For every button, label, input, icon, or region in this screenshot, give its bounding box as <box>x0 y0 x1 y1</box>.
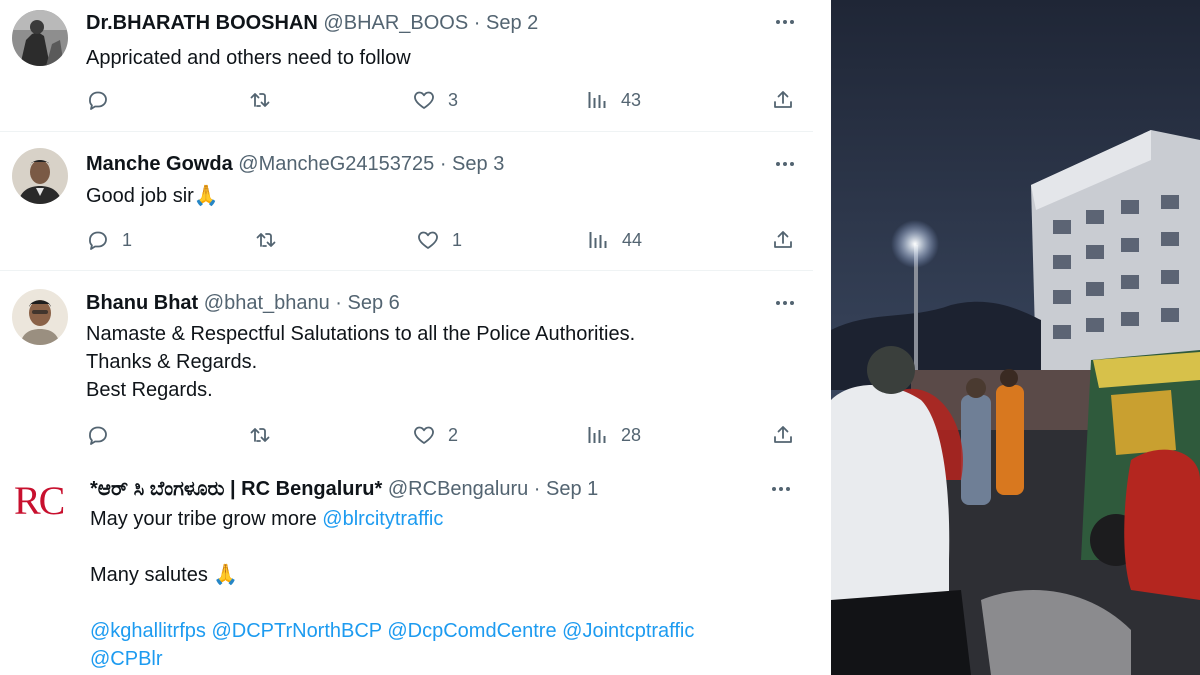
avatar[interactable] <box>12 10 68 66</box>
like-button[interactable]: 3 <box>412 87 458 113</box>
more-dots-icon[interactable] <box>769 477 793 501</box>
bar-chart-views-icon <box>585 88 609 112</box>
tweet-text-span: May your tribe grow more <box>90 508 323 530</box>
tweet-header: Manche Gowda @MancheG24153725 · Sep 3 <box>86 152 504 176</box>
rc-logo-text: RC <box>14 479 65 523</box>
like-count: 3 <box>448 89 459 110</box>
view-count: 44 <box>622 229 643 250</box>
view-count: 28 <box>621 424 642 445</box>
separator-dot: · <box>434 153 453 175</box>
reply-tweet[interactable]: Dr.BHARATH BOOSHAN @BHAR_BOOS · Sep 2 Ap… <box>0 0 813 132</box>
tweet-header: Dr.BHARATH BOOSHAN @BHAR_BOOS · Sep 2 <box>86 11 538 35</box>
video-still-image[interactable] <box>831 0 1200 675</box>
author-handle[interactable]: @BHAR_BOOS <box>323 12 468 34</box>
tweet-text-line: Namaste & Respectful Salutations to all … <box>86 323 636 345</box>
action-bar: 3 43 <box>86 87 798 113</box>
reply-tweet[interactable]: RC *ಆರ್ ಸಿ ಬೆಂಗಳೂರು | RC Bengaluru* @RCB… <box>0 467 813 675</box>
share-button[interactable] <box>771 87 795 113</box>
tweet-text: Namaste & Respectful Salutations to all … <box>86 320 635 404</box>
avatar[interactable]: RC <box>14 479 70 523</box>
bar-chart-views-icon <box>586 228 610 252</box>
retweet-arrows-icon <box>248 88 272 112</box>
author-name[interactable]: Bhanu Bhat <box>86 292 198 314</box>
author-handle[interactable]: @RCBengaluru <box>388 478 528 500</box>
separator-dot: · <box>528 478 547 500</box>
tweet-text-line: Good job sir🙏 <box>86 185 219 207</box>
bar-chart-views-icon <box>585 423 609 447</box>
share-button[interactable] <box>771 227 795 253</box>
tweet-date[interactable]: Sep 6 <box>348 292 400 314</box>
heart-icon <box>416 228 440 252</box>
author-handle[interactable]: @MancheG24153725 <box>238 153 434 175</box>
like-button[interactable]: 2 <box>412 422 458 448</box>
more-dots-icon[interactable] <box>773 10 797 34</box>
like-button[interactable]: 1 <box>416 227 462 253</box>
share-button[interactable] <box>771 422 795 448</box>
reply-bubble-icon <box>86 88 110 112</box>
action-bar: 1 1 44 <box>86 227 798 253</box>
retweet-arrows-icon <box>248 423 272 447</box>
tweet-text-line: Best Regards. <box>86 379 213 401</box>
more-dots-icon[interactable] <box>773 291 797 315</box>
tweet-text-line: Many salutes 🙏 <box>90 564 239 586</box>
tweet-header: Bhanu Bhat @bhat_bhanu · Sep 6 <box>86 291 400 315</box>
author-name[interactable]: Dr.BHARATH BOOSHAN <box>86 12 318 34</box>
share-upload-icon <box>771 228 795 252</box>
views-button[interactable]: 43 <box>585 87 641 113</box>
retweet-button[interactable] <box>254 227 290 253</box>
author-name[interactable]: *ಆರ್ ಸಿ ಬೆಂಗಳೂರು | RC Bengaluru* <box>90 478 382 500</box>
heart-icon <box>412 423 436 447</box>
share-upload-icon <box>771 423 795 447</box>
tweet-date[interactable]: Sep 3 <box>452 153 504 175</box>
tweet-text-line: May your tribe grow more @blrcitytraffic <box>90 505 694 533</box>
reply-button[interactable] <box>86 422 122 448</box>
more-dots-icon[interactable] <box>773 152 797 176</box>
heart-icon <box>412 88 436 112</box>
reply-count: 1 <box>122 229 133 250</box>
avatar[interactable] <box>12 289 68 345</box>
mention-link[interactable]: @blrcitytraffic <box>322 508 443 530</box>
view-count: 43 <box>621 89 642 110</box>
author-handle[interactable]: @bhat_bhanu <box>204 292 330 314</box>
author-name[interactable]: Manche Gowda <box>86 153 233 175</box>
views-button[interactable]: 44 <box>586 227 642 253</box>
tweet-text-line: Thanks & Regards. <box>86 351 258 373</box>
tweet-date[interactable]: Sep 2 <box>486 12 538 34</box>
like-count: 2 <box>448 424 459 445</box>
reply-button[interactable] <box>86 87 122 113</box>
views-button[interactable]: 28 <box>585 422 641 448</box>
mention-link[interactable]: @CPBlr <box>90 645 694 673</box>
tweet-header: *ಆರ್ ಸಿ ಬೆಂಗಳೂರು | RC Bengaluru* @RCBeng… <box>90 477 598 501</box>
retweet-button[interactable] <box>248 422 284 448</box>
reply-bubble-icon <box>86 228 110 252</box>
tweet-date[interactable]: Sep 1 <box>546 478 598 500</box>
reply-tweet[interactable]: Manche Gowda @MancheG24153725 · Sep 3 Go… <box>0 132 813 271</box>
like-count: 1 <box>452 229 463 250</box>
tweet-text: May your tribe grow more @blrcitytraffic… <box>90 505 694 673</box>
action-bar: 2 28 <box>86 422 798 448</box>
separator-dot: · <box>468 12 486 34</box>
reply-feed: Dr.BHARATH BOOSHAN @BHAR_BOOS · Sep 2 Ap… <box>0 0 813 675</box>
reply-button[interactable]: 1 <box>86 227 132 253</box>
tweet-text: Appricated and others need to follow <box>86 44 411 72</box>
tweet-text-line: Appricated and others need to follow <box>86 47 411 69</box>
reply-bubble-icon <box>86 423 110 447</box>
mention-links[interactable]: @kghallitrfps @DCPTrNorthBCP @DcpComdCen… <box>90 617 694 645</box>
retweet-button[interactable] <box>248 87 284 113</box>
tweet-text: Good job sir🙏 <box>86 182 219 210</box>
retweet-arrows-icon <box>254 228 278 252</box>
separator-dot: · <box>329 292 348 314</box>
avatar[interactable] <box>12 148 68 204</box>
share-upload-icon <box>771 88 795 112</box>
reply-tweet[interactable]: Bhanu Bhat @bhat_bhanu · Sep 6 Namaste &… <box>0 271 813 467</box>
